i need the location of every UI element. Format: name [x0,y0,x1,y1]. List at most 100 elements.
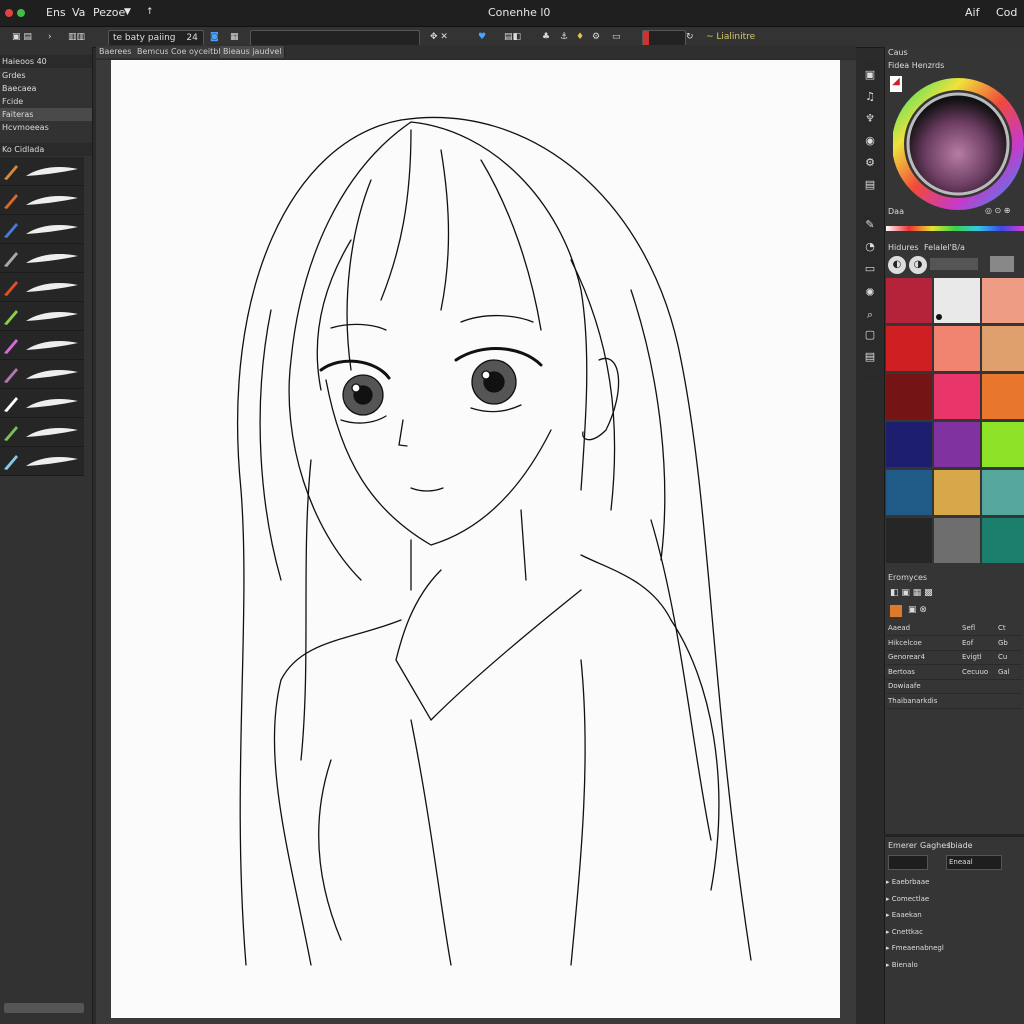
bottom-list-item[interactable]: ▸ Eaebrbaae [886,875,1022,890]
arrow-right-icon[interactable]: › [48,30,52,44]
link-icon[interactable]: ◙ [210,30,219,44]
settings-icon[interactable]: ⚙ [592,30,600,44]
layer-color-icon[interactable] [890,605,902,617]
layers-tool-icon[interactable]: ▤ [863,350,877,364]
color-swatch[interactable] [934,374,980,419]
layer-lock-icon[interactable]: ▣ ⊗ [908,605,927,615]
music-tool-icon[interactable]: ♫ [863,90,877,104]
color-swatch[interactable] [982,518,1024,563]
panel-scrollbar[interactable] [4,1003,84,1013]
layer-row[interactable]: Bertoas Cecuuo Gal [886,666,1022,680]
gear-tool-icon[interactable]: ⚙ [863,156,877,170]
drawing-canvas[interactable] [111,60,840,1018]
brush-preset-icon[interactable]: ◐ [888,256,906,274]
file-name-field[interactable]: te baty paiing 24 [108,30,204,46]
brush-preset[interactable] [0,157,84,186]
menu-item-cod[interactable]: Cod [996,6,1017,19]
arrow-up-icon[interactable]: ↑ [146,7,154,17]
search-tool-icon[interactable]: ⌕ [863,308,877,322]
frame-tool-icon[interactable]: ▣ [863,68,877,82]
bottom-panel-tab[interactable]: Ibiade [948,841,973,850]
layer-row[interactable]: Dowiaafe [886,680,1022,694]
menu-item-aif[interactable]: Aif [965,6,979,19]
arrange-icon[interactable]: ▤◧ [504,30,521,44]
preset-thumbnail[interactable] [990,256,1014,272]
refresh-icon[interactable]: ↻ [686,30,694,44]
frame-icon[interactable]: ▭ [612,30,621,44]
bottom-panel-tab[interactable]: Emerer [888,841,917,850]
close-window-button[interactable] [5,9,13,17]
color-options-icon[interactable]: ◎ ⊙ ⊕ [985,206,1010,215]
layer-row[interactable]: Genorear4 Evigtl Cu [886,651,1022,665]
transform-icon[interactable]: ✥ ✕ [430,30,448,44]
panel-item-selected[interactable]: Faiteras [0,108,92,121]
eraser-preset-icon[interactable]: ◑ [909,256,927,274]
color-swatch[interactable] [982,374,1024,419]
color-swatch[interactable] [934,518,980,563]
maximize-window-button[interactable] [17,9,25,17]
color-swatch[interactable] [934,326,980,371]
path-field[interactable] [250,30,420,46]
menu-item-pezoe[interactable]: Pezoe [93,6,125,19]
color-swatch[interactable] [982,278,1024,323]
anchor-icon[interactable]: ⚓ [560,30,568,44]
brush-preset[interactable] [0,389,84,418]
grid-icon[interactable]: ▣ ▤ [12,30,32,44]
panel-item[interactable]: Grdes [0,69,92,82]
bottom-panel-tab[interactable]: Gaghes [920,841,950,850]
bottom-list-item[interactable]: ▸ Bienalo [886,958,1022,973]
layer-row[interactable]: Aaead Sefl Ct [886,622,1022,636]
layer-row[interactable]: Thaibanarkdis [886,695,1022,709]
bottom-list-item[interactable]: ▸ Eaaekan [886,908,1022,923]
color-swatch[interactable] [886,326,932,371]
doc-tab[interactable]: Baerees [96,46,136,58]
brush-preset[interactable] [0,215,84,244]
color-swatch[interactable] [934,422,980,467]
chevron-down-icon[interactable]: ▼ [124,7,131,17]
brush-preset[interactable] [0,273,84,302]
layer-row[interactable]: Hikcelcoe Eof Gb [886,637,1022,651]
pin-tool-icon[interactable]: ♆ [863,112,877,126]
camera-tool-icon[interactable]: ▭ [863,262,877,276]
color-swatch[interactable] [982,422,1024,467]
bottom-list-item[interactable]: ▸ Fmeaenabnegl [886,941,1022,956]
heart-icon[interactable]: ♥ [478,30,486,44]
film-tool-icon[interactable]: ▤ [863,178,877,192]
timer-tool-icon[interactable]: ◔ [863,240,877,254]
color-swatch[interactable] [886,518,932,563]
blend-select[interactable]: Eneaal [946,855,1002,870]
brush-preset[interactable] [0,418,84,447]
brush-preset[interactable] [0,360,84,389]
color-swatch[interactable] [886,470,932,515]
settings-tool-icon[interactable]: ✺ [863,286,877,300]
menu-item-va[interactable]: Va [72,6,85,19]
light-icon[interactable]: ♦ [576,30,584,44]
layout-icon[interactable]: ▥▥ [68,30,85,44]
menu-item-ens[interactable]: Ens [46,6,66,19]
grid-toggle-icon[interactable]: ▦ [230,30,239,44]
panel-item[interactable]: Hcvmoeeas [0,121,92,134]
hue-strip[interactable] [886,226,1024,231]
globe-tool-icon[interactable]: ◉ [863,134,877,148]
opacity-slider[interactable] [642,30,686,46]
brush-preset[interactable] [0,302,84,331]
window-tool-icon[interactable]: ▢ [863,328,877,342]
brush-preset[interactable] [0,186,84,215]
color-swatch[interactable] [982,326,1024,371]
preset-field[interactable] [930,258,978,270]
color-swatch[interactable] [886,374,932,419]
color-swatch[interactable] [886,422,932,467]
brush-preset[interactable] [0,244,84,273]
color-swatch[interactable] [982,470,1024,515]
bottom-list-item[interactable]: ▸ Cnettkac [886,925,1022,940]
brush-preset[interactable] [0,447,84,476]
pencil-tool-icon[interactable]: ✎ [863,218,877,232]
brush-preset[interactable] [0,331,84,360]
color-wheel[interactable] [892,78,1024,210]
layer-tools-icon[interactable]: ◧ ▣ ▦ ▩ [890,588,933,598]
color-swatch[interactable] [934,470,980,515]
panel-item[interactable]: Baecaea [0,82,92,95]
bottom-list-item[interactable]: ▸ Comectlae [886,892,1022,907]
mask-icon[interactable]: ♣ [542,30,550,44]
panel-item[interactable]: Fcide [0,95,92,108]
